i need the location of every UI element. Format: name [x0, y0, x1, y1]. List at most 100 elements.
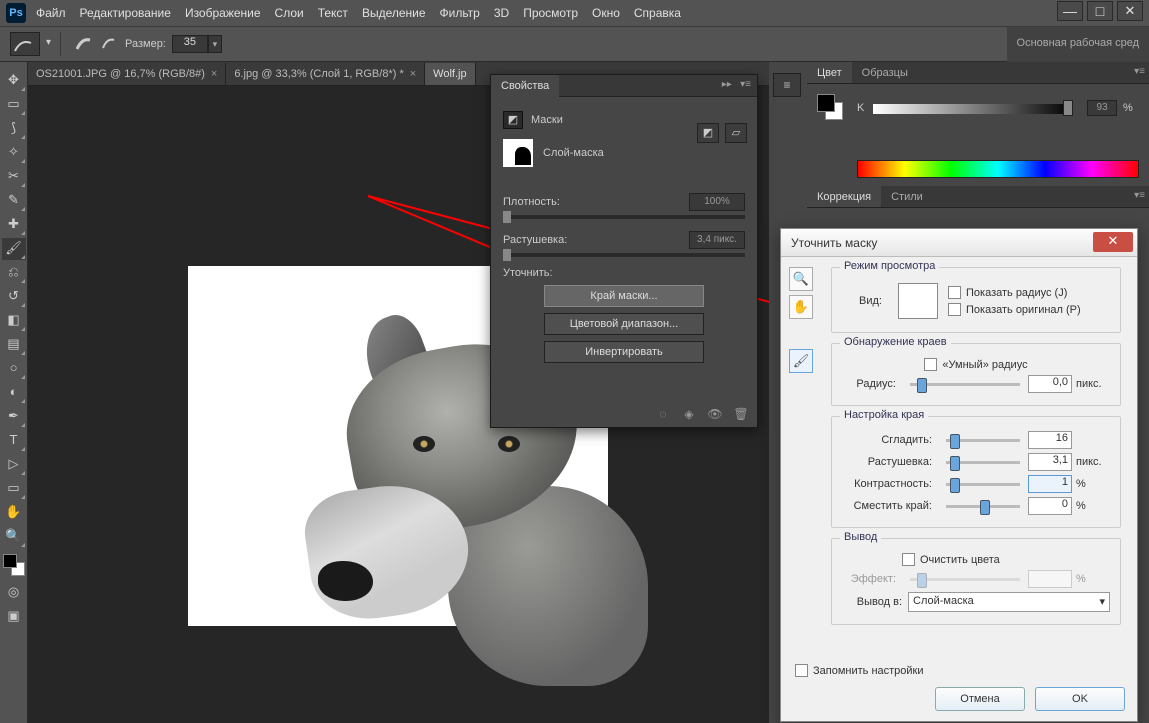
- contrast-input[interactable]: 1: [1028, 475, 1072, 493]
- menu-image[interactable]: Изображение: [185, 6, 261, 20]
- feather-slider[interactable]: [503, 253, 745, 257]
- close-tab-icon[interactable]: ×: [410, 63, 416, 85]
- tool-preset-picker[interactable]: [10, 32, 40, 56]
- quick-mask-toggle[interactable]: ◎: [2, 582, 26, 604]
- color-swatch-picker[interactable]: [817, 94, 843, 120]
- smooth-slider[interactable]: [946, 439, 1020, 442]
- menu-select[interactable]: Выделение: [362, 6, 426, 20]
- radius-slider[interactable]: [910, 383, 1020, 386]
- collapsed-panel-icon[interactable]: ≡: [773, 73, 801, 97]
- density-value[interactable]: 100%: [689, 193, 745, 211]
- menu-window[interactable]: Окно: [592, 6, 620, 20]
- view-mode-thumbnail[interactable]: [898, 283, 938, 319]
- menu-3d[interactable]: 3D: [494, 6, 509, 20]
- zoom-tool[interactable]: 🔍: [2, 526, 26, 548]
- menu-text[interactable]: Текст: [318, 6, 348, 20]
- panel-menu-icon[interactable]: ▾≡: [1134, 190, 1145, 201]
- eraser-tool[interactable]: ◧: [2, 310, 26, 332]
- show-original-checkbox[interactable]: [948, 303, 961, 316]
- dialog-close-button[interactable]: ✕: [1093, 232, 1133, 252]
- toggle-mask-icon[interactable]: 👁: [707, 407, 723, 421]
- close-tab-icon[interactable]: ×: [211, 63, 217, 85]
- size-input[interactable]: 35: [172, 35, 208, 53]
- brush-tool[interactable]: 🖌: [2, 238, 26, 260]
- load-selection-icon[interactable]: ◌: [655, 407, 671, 421]
- smooth-input[interactable]: 16: [1028, 431, 1072, 449]
- move-tool[interactable]: ✥: [2, 70, 26, 92]
- document-tab[interactable]: Wolf.jp: [425, 63, 475, 85]
- invert-button[interactable]: Инвертировать: [544, 341, 704, 363]
- menu-filter[interactable]: Фильтр: [440, 6, 480, 20]
- hand-tool[interactable]: ✋: [2, 502, 26, 524]
- show-radius-checkbox[interactable]: [948, 286, 961, 299]
- smart-radius-checkbox[interactable]: [924, 358, 937, 371]
- screen-mode-toggle[interactable]: ▣: [2, 606, 26, 628]
- feather-value[interactable]: 3,4 пикс.: [689, 231, 745, 249]
- vector-mask-button[interactable]: ▱: [725, 123, 747, 143]
- contrast-slider[interactable]: [946, 483, 1020, 486]
- pixel-mask-button[interactable]: ◩: [697, 123, 719, 143]
- dodge-tool[interactable]: ◐: [2, 382, 26, 404]
- workspace-switcher[interactable]: Основная рабочая сред: [1007, 27, 1149, 63]
- zoom-tool-icon[interactable]: 🔍: [789, 267, 813, 291]
- marquee-tool[interactable]: ▭: [2, 94, 26, 116]
- cancel-button[interactable]: Отмена: [935, 687, 1025, 711]
- brush-icon[interactable]: [75, 34, 93, 55]
- pen-tool[interactable]: ✒: [2, 406, 26, 428]
- mask-edge-button[interactable]: Край маски...: [544, 285, 704, 307]
- menu-file[interactable]: Файл: [36, 6, 66, 20]
- radius-input[interactable]: 0,0: [1028, 375, 1072, 393]
- magic-wand-tool[interactable]: ✧: [2, 142, 26, 164]
- color-spectrum[interactable]: [857, 160, 1139, 178]
- shift-edge-slider[interactable]: [946, 505, 1020, 508]
- menu-view[interactable]: Просмотр: [523, 6, 578, 20]
- crop-tool[interactable]: ✂: [2, 166, 26, 188]
- document-tab[interactable]: 6.jpg @ 33,3% (Слой 1, RGB/8*) * ×: [226, 63, 425, 85]
- adjustments-tab[interactable]: Коррекция: [807, 186, 881, 207]
- hand-tool-icon[interactable]: ✋: [789, 295, 813, 319]
- remember-checkbox[interactable]: [795, 664, 808, 677]
- refine-brush-tool-icon[interactable]: 🖌: [789, 349, 813, 373]
- size-dropdown[interactable]: ▾: [208, 35, 222, 53]
- remember-settings[interactable]: Запомнить настройки: [795, 664, 924, 677]
- window-maximize-button[interactable]: □: [1087, 1, 1113, 21]
- panel-controls[interactable]: ▸▸ ▾≡: [722, 79, 751, 90]
- swatches-tab[interactable]: Образцы: [852, 62, 918, 83]
- path-select-tool[interactable]: ▷: [2, 454, 26, 476]
- lasso-tool[interactable]: ⟆: [2, 118, 26, 140]
- k-slider[interactable]: [873, 104, 1073, 114]
- styles-tab[interactable]: Стили: [881, 186, 933, 207]
- shift-edge-input[interactable]: 0: [1028, 497, 1072, 515]
- menu-help[interactable]: Справка: [634, 6, 681, 20]
- color-range-button[interactable]: Цветовой диапазон...: [544, 313, 704, 335]
- feather-slider[interactable]: [946, 461, 1020, 464]
- window-minimize-button[interactable]: —: [1057, 1, 1083, 21]
- density-slider[interactable]: [503, 215, 745, 219]
- airbrush-icon[interactable]: [101, 35, 117, 54]
- output-to-select[interactable]: Слой-маска ▾: [908, 592, 1110, 612]
- healing-tool[interactable]: ✚: [2, 214, 26, 236]
- decontaminate-checkbox[interactable]: [902, 553, 915, 566]
- panel-header[interactable]: Свойства ▸▸ ▾≡: [491, 75, 757, 97]
- window-close-button[interactable]: ✕: [1117, 1, 1143, 21]
- shape-tool[interactable]: ▭: [2, 478, 26, 500]
- foreground-background-colors[interactable]: [3, 554, 25, 576]
- ok-button[interactable]: OK: [1035, 687, 1125, 711]
- color-tab[interactable]: Цвет: [807, 62, 852, 83]
- delete-mask-icon[interactable]: 🗑: [733, 407, 749, 421]
- document-tab[interactable]: OS21001.JPG @ 16,7% (RGB/8#) ×: [28, 63, 226, 85]
- type-tool[interactable]: T: [2, 430, 26, 452]
- apply-mask-icon[interactable]: ◈: [681, 407, 697, 421]
- blur-tool[interactable]: ○: [2, 358, 26, 380]
- k-value-input[interactable]: 93: [1087, 100, 1117, 116]
- menu-edit[interactable]: Редактирование: [80, 6, 171, 20]
- panel-menu-icon[interactable]: ▾≡: [1134, 66, 1145, 77]
- k-slider-thumb[interactable]: [1063, 100, 1073, 116]
- eyedropper-tool[interactable]: ✎: [2, 190, 26, 212]
- dialog-titlebar[interactable]: Уточнить маску ✕: [781, 229, 1137, 257]
- feather-input[interactable]: 3,1: [1028, 453, 1072, 471]
- foreground-color-swatch[interactable]: [3, 554, 17, 568]
- history-brush-tool[interactable]: ↺: [2, 286, 26, 308]
- menu-layers[interactable]: Слои: [275, 6, 304, 20]
- gradient-tool[interactable]: ▤: [2, 334, 26, 356]
